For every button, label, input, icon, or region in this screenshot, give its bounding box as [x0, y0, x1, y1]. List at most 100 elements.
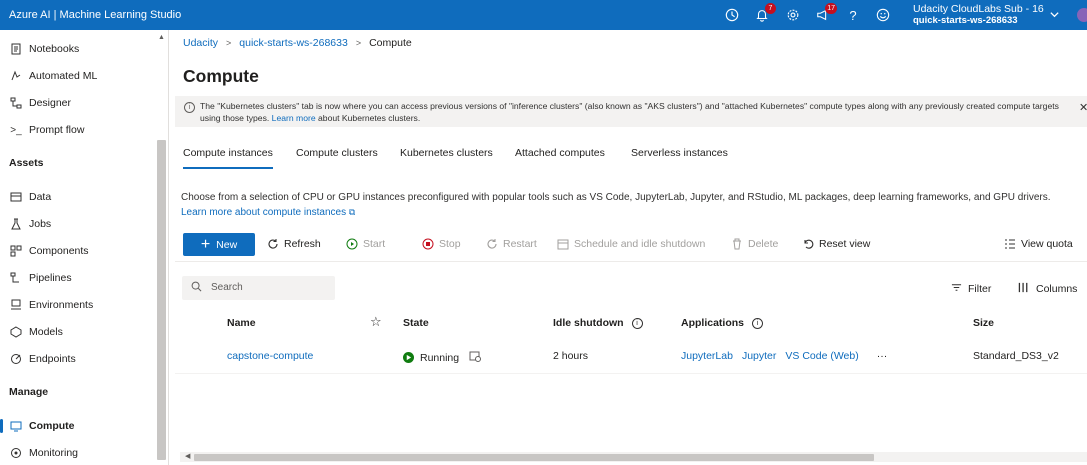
app-link-jupyterlab[interactable]: JupyterLab	[681, 350, 733, 362]
trash-icon	[731, 238, 743, 250]
info-banner-link[interactable]: Learn more	[272, 113, 316, 123]
endpoints-icon	[10, 353, 22, 365]
components-icon	[10, 245, 22, 257]
columns-button[interactable]: Columns	[1018, 282, 1077, 296]
data-icon	[10, 191, 22, 203]
more-options-icon[interactable]: ···	[877, 350, 888, 362]
stop-icon	[422, 238, 434, 250]
undo-icon	[802, 238, 814, 250]
avatar[interactable]	[1077, 8, 1087, 22]
idle-shutdown-cell: 2 hours	[553, 350, 589, 362]
page-title: Compute	[183, 66, 259, 86]
notifications-badge: 7	[765, 3, 776, 14]
tab-kubernetes-clusters[interactable]: Kubernetes clusters	[400, 147, 493, 159]
workspace-name: quick-starts-ws-268633	[913, 15, 1018, 26]
column-header-size[interactable]: Size	[973, 317, 994, 329]
nav-item-environments[interactable]: Environments	[0, 292, 155, 318]
close-icon[interactable]: ✕	[1079, 101, 1087, 114]
app-link-jupyter[interactable]: Jupyter	[742, 350, 776, 362]
play-icon	[346, 238, 358, 250]
pipelines-icon	[10, 272, 22, 284]
info-icon[interactable]: i	[631, 317, 643, 329]
start-button[interactable]: Start	[346, 238, 385, 250]
tab-attached-computes[interactable]: Attached computes	[515, 147, 605, 159]
breadcrumb-udacity[interactable]: Udacity	[183, 37, 218, 49]
nav-item-endpoints[interactable]: Endpoints	[0, 346, 155, 372]
scroll-up-arrow-icon[interactable]: ▲	[158, 34, 165, 41]
refresh-button[interactable]: Refresh	[267, 238, 321, 250]
column-header-name[interactable]: Name	[227, 317, 256, 329]
left-nav: ▲ Notebooks Automated ML Designer >_ Pro…	[0, 30, 168, 465]
chevron-right-icon: >	[226, 38, 232, 48]
scroll-left-arrow-icon[interactable]: ◀	[185, 452, 190, 460]
settings-gear-icon[interactable]	[785, 7, 801, 23]
columns-icon	[1018, 282, 1030, 296]
app-title[interactable]: Azure AI | Machine Learning Studio	[9, 9, 181, 21]
prompt-flow-icon: >_	[10, 124, 22, 136]
compute-icon	[10, 420, 22, 432]
nav-item-jobs[interactable]: Jobs	[0, 211, 155, 237]
tab-compute-instances[interactable]: Compute instances	[183, 147, 273, 169]
favorite-star-icon[interactable]: ☆	[370, 314, 382, 330]
breadcrumb-workspace[interactable]: quick-starts-ws-268633	[239, 37, 348, 49]
account-info[interactable]: Udacity CloudLabs Sub - 16 quick-starts-…	[913, 3, 1044, 27]
feedback-megaphone-icon[interactable]: 17	[815, 3, 837, 23]
tab-serverless-instances[interactable]: Serverless instances	[631, 147, 728, 159]
reset-view-button[interactable]: Reset view	[802, 238, 870, 250]
nav-item-components[interactable]: Components	[0, 238, 155, 264]
designer-icon	[10, 97, 22, 109]
info-icon[interactable]: i	[752, 317, 764, 329]
app-link-vscode-web[interactable]: VS Code (Web)	[785, 350, 858, 362]
horizontal-scrollbar[interactable]: ◀	[180, 452, 1087, 462]
schedule-icon[interactable]	[469, 350, 482, 365]
clock-icon[interactable]	[724, 7, 740, 23]
notifications-bell-icon[interactable]: 7	[754, 3, 776, 23]
chevron-down-icon[interactable]	[1049, 9, 1060, 23]
restart-icon	[486, 238, 498, 250]
refresh-icon	[267, 238, 279, 250]
feedback-badge: 17	[825, 3, 837, 14]
size-cell: Standard_DS3_v2	[973, 350, 1059, 362]
nav-item-pipelines[interactable]: Pipelines	[0, 265, 155, 291]
learn-more-link[interactable]: Learn more about compute instances ⧉	[181, 207, 355, 218]
nav-item-designer[interactable]: Designer	[0, 90, 155, 116]
delete-button[interactable]: Delete	[731, 238, 778, 250]
applications-cell: JupyterLab Jupyter VS Code (Web) ···	[681, 350, 887, 362]
compute-description: Choose from a selection of CPU or GPU in…	[181, 192, 1051, 203]
help-question-icon[interactable]: ?	[845, 7, 861, 23]
manage-header: Manage	[9, 386, 49, 398]
plus-icon: +	[200, 235, 211, 253]
info-banner: i The "Kubernetes clusters" tab is now w…	[175, 96, 1087, 127]
nav-item-prompt-flow[interactable]: >_ Prompt flow	[0, 117, 155, 143]
column-header-idle-shutdown[interactable]: Idle shutdown i	[553, 317, 643, 329]
nav-item-data[interactable]: Data	[0, 184, 155, 210]
filter-button[interactable]: Filter	[951, 282, 991, 296]
scrollbar-thumb[interactable]	[194, 454, 874, 461]
column-header-state[interactable]: State	[403, 317, 429, 329]
stop-button[interactable]: Stop	[422, 238, 461, 250]
sidebar-scrollbar[interactable]	[157, 140, 166, 460]
smiley-feedback-icon[interactable]	[875, 7, 891, 23]
state-text: Running	[420, 351, 460, 364]
column-header-applications[interactable]: Applications i	[681, 317, 764, 329]
main-content: Udacity > quick-starts-ws-268633 > Compu…	[170, 30, 1087, 465]
chevron-right-icon: >	[355, 38, 362, 48]
nav-item-compute[interactable]: Compute	[0, 413, 155, 439]
top-bar: Azure AI | Machine Learning Studio 7 17 …	[0, 0, 1087, 30]
restart-button[interactable]: Restart	[486, 238, 537, 250]
schedule-idle-shutdown-button[interactable]: Schedule and idle shutdown	[557, 238, 705, 250]
nav-item-notebooks[interactable]: Notebooks	[0, 36, 155, 62]
jobs-icon	[10, 218, 22, 230]
search-input[interactable]	[211, 280, 326, 295]
nav-item-monitoring[interactable]: Monitoring	[0, 440, 155, 465]
nav-item-models[interactable]: Models	[0, 319, 155, 345]
list-icon	[1004, 238, 1016, 250]
breadcrumb: Udacity > quick-starts-ws-268633 > Compu…	[183, 37, 412, 49]
view-quota-button[interactable]: View quota	[1004, 238, 1073, 250]
compute-name-link[interactable]: capstone-compute	[227, 350, 313, 362]
nav-item-automated-ml[interactable]: Automated ML	[0, 63, 155, 89]
search-box[interactable]	[182, 276, 335, 300]
tab-compute-clusters[interactable]: Compute clusters	[296, 147, 378, 159]
search-icon	[191, 281, 202, 295]
new-button[interactable]: + New	[183, 233, 255, 256]
